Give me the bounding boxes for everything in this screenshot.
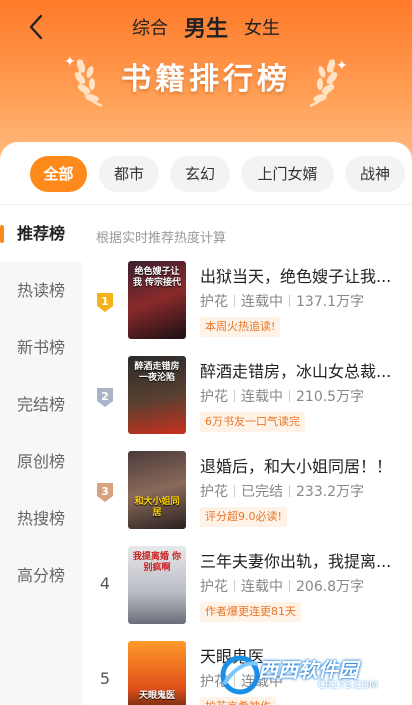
book-cover: 和大小姐同居 bbox=[128, 451, 186, 529]
book-tag: 本周火热追读! bbox=[200, 317, 281, 337]
book-tag: 6万书友一口气读完 bbox=[200, 412, 305, 432]
sidebar-item-completed[interactable]: 完结榜 bbox=[0, 376, 82, 433]
category-chip-son-in-law[interactable]: 上门女婿 bbox=[241, 156, 334, 192]
book-author: 护花 bbox=[200, 389, 228, 405]
category-chip-urban[interactable]: 都市 bbox=[99, 156, 159, 192]
book-author: 护花 bbox=[200, 579, 228, 595]
gender-tabs: 综合 男生 女生 bbox=[0, 10, 412, 44]
book-author: 护花 bbox=[200, 294, 228, 310]
book-list-item[interactable]: 1 绝色嫂子让我 传宗接代 出狱当天，绝色嫂子让我... 护花 连载中 137.1万… bbox=[82, 261, 412, 358]
category-chip-war-god[interactable]: 战神 bbox=[345, 156, 405, 192]
watermark-logo-icon bbox=[220, 655, 260, 695]
book-cover: 醉酒走错房 一夜沦陷 bbox=[128, 356, 186, 434]
book-cover: 我提离婚 你别疯啊 bbox=[128, 546, 186, 624]
rank-bronze-badge: 3 bbox=[97, 483, 113, 502]
cover-title: 天眼鬼医 bbox=[138, 691, 175, 701]
book-list-item[interactable]: 4 我提离婚 你别疯啊 三年夫妻你出轨，我提离... 护花 连载中 206.8万字 … bbox=[82, 546, 412, 643]
category-filter-bar: 全部 都市 玄幻 上门女婿 战神 bbox=[0, 156, 412, 194]
page-title-area: ✦ 书籍排行榜 ✦ bbox=[60, 50, 352, 108]
cover-title: 和大小姐同居 bbox=[134, 497, 180, 518]
book-meta: 护花 连载中 137.1万字 bbox=[200, 291, 410, 311]
rank-number: 5 bbox=[99, 669, 111, 688]
book-word-count: 210.5万字 bbox=[296, 389, 365, 405]
book-cover: 天眼鬼医 bbox=[128, 641, 186, 705]
rank-number: 1 bbox=[101, 295, 109, 308]
book-status: 已完结 bbox=[241, 484, 283, 500]
watermark-url: CR173.COM bbox=[318, 680, 378, 691]
tab-male[interactable]: 男生 bbox=[184, 11, 228, 43]
cover-title: 绝色嫂子让我 传宗接代 bbox=[132, 267, 182, 288]
book-word-count: 206.8万字 bbox=[296, 579, 365, 595]
book-status: 连载中 bbox=[241, 579, 283, 595]
rank-number: 3 bbox=[101, 485, 109, 498]
sidebar-item-hot-search[interactable]: 热搜榜 bbox=[0, 490, 82, 547]
category-chip-all[interactable]: 全部 bbox=[30, 156, 87, 192]
book-meta: 护花 连载中 210.5万字 bbox=[200, 386, 410, 406]
rank-number: 2 bbox=[101, 390, 109, 403]
rank-number: 4 bbox=[99, 574, 111, 593]
book-title: 出狱当天，绝色嫂子让我... bbox=[200, 267, 392, 286]
sparkle-icon: ✦ bbox=[336, 58, 348, 74]
book-meta: 护花 已完结 233.2万字 bbox=[200, 481, 410, 501]
cover-title: 醉酒走错房 一夜沦陷 bbox=[134, 362, 180, 383]
book-list-item[interactable]: 2 醉酒走错房 一夜沦陷 醉酒走错房，冰山女总裁... 护花 连载中 210.5万字… bbox=[82, 356, 412, 453]
sidebar-item-high-score[interactable]: 高分榜 bbox=[0, 547, 82, 604]
sidebar-item-original[interactable]: 原创榜 bbox=[0, 433, 82, 490]
book-meta: 护花 连载中 206.8万字 bbox=[200, 576, 410, 596]
category-chip-fantasy[interactable]: 玄幻 bbox=[170, 156, 230, 192]
rank-silver-badge: 2 bbox=[97, 388, 113, 407]
ranking-panel: 全部 都市 玄幻 上门女婿 战神 推荐榜 热读榜 新书榜 完结榜 原创榜 热搜榜… bbox=[0, 142, 412, 705]
book-title: 退婚后，和大小姐同居！！ bbox=[200, 457, 393, 476]
book-word-count: 137.1万字 bbox=[296, 294, 365, 310]
laurel-right-icon bbox=[309, 59, 338, 108]
sidebar-item-recommended[interactable]: 推荐榜 bbox=[0, 205, 82, 262]
book-word-count: 233.2万字 bbox=[296, 484, 365, 500]
book-title: 醉酒走错房，冰山女总裁... bbox=[200, 362, 392, 381]
watermark: 西西软件园 CR173.COM bbox=[218, 652, 408, 698]
book-author: 护花 bbox=[200, 484, 228, 500]
ranking-note: 根据实时推荐热度计算 bbox=[96, 231, 227, 246]
book-tag: 护花言希神作 bbox=[200, 697, 276, 705]
sidebar-item-new-books[interactable]: 新书榜 bbox=[0, 319, 82, 376]
book-tag: 评分超9.0必读! bbox=[200, 507, 287, 527]
rank-gold-badge: 1 bbox=[97, 293, 113, 312]
book-tag: 作者爆更连更81天 bbox=[200, 602, 301, 622]
cover-title: 我提离婚 你别疯啊 bbox=[132, 552, 182, 573]
book-cover: 绝色嫂子让我 传宗接代 bbox=[128, 261, 186, 339]
book-list-item[interactable]: 3 和大小姐同居 退婚后，和大小姐同居！！ 护花 已完结 233.2万字 评分超9.… bbox=[82, 451, 412, 548]
book-status: 连载中 bbox=[241, 389, 283, 405]
watermark-brand: 西西软件园 bbox=[258, 658, 358, 682]
sidebar-item-hot-read[interactable]: 热读榜 bbox=[0, 262, 82, 319]
tab-general[interactable]: 综合 bbox=[132, 14, 168, 40]
tab-female[interactable]: 女生 bbox=[244, 14, 280, 40]
book-title: 三年夫妻你出轨，我提离... bbox=[200, 552, 392, 571]
book-status: 连载中 bbox=[241, 294, 283, 310]
ranking-sidebar: 推荐榜 热读榜 新书榜 完结榜 原创榜 热搜榜 高分榜 bbox=[0, 205, 82, 705]
